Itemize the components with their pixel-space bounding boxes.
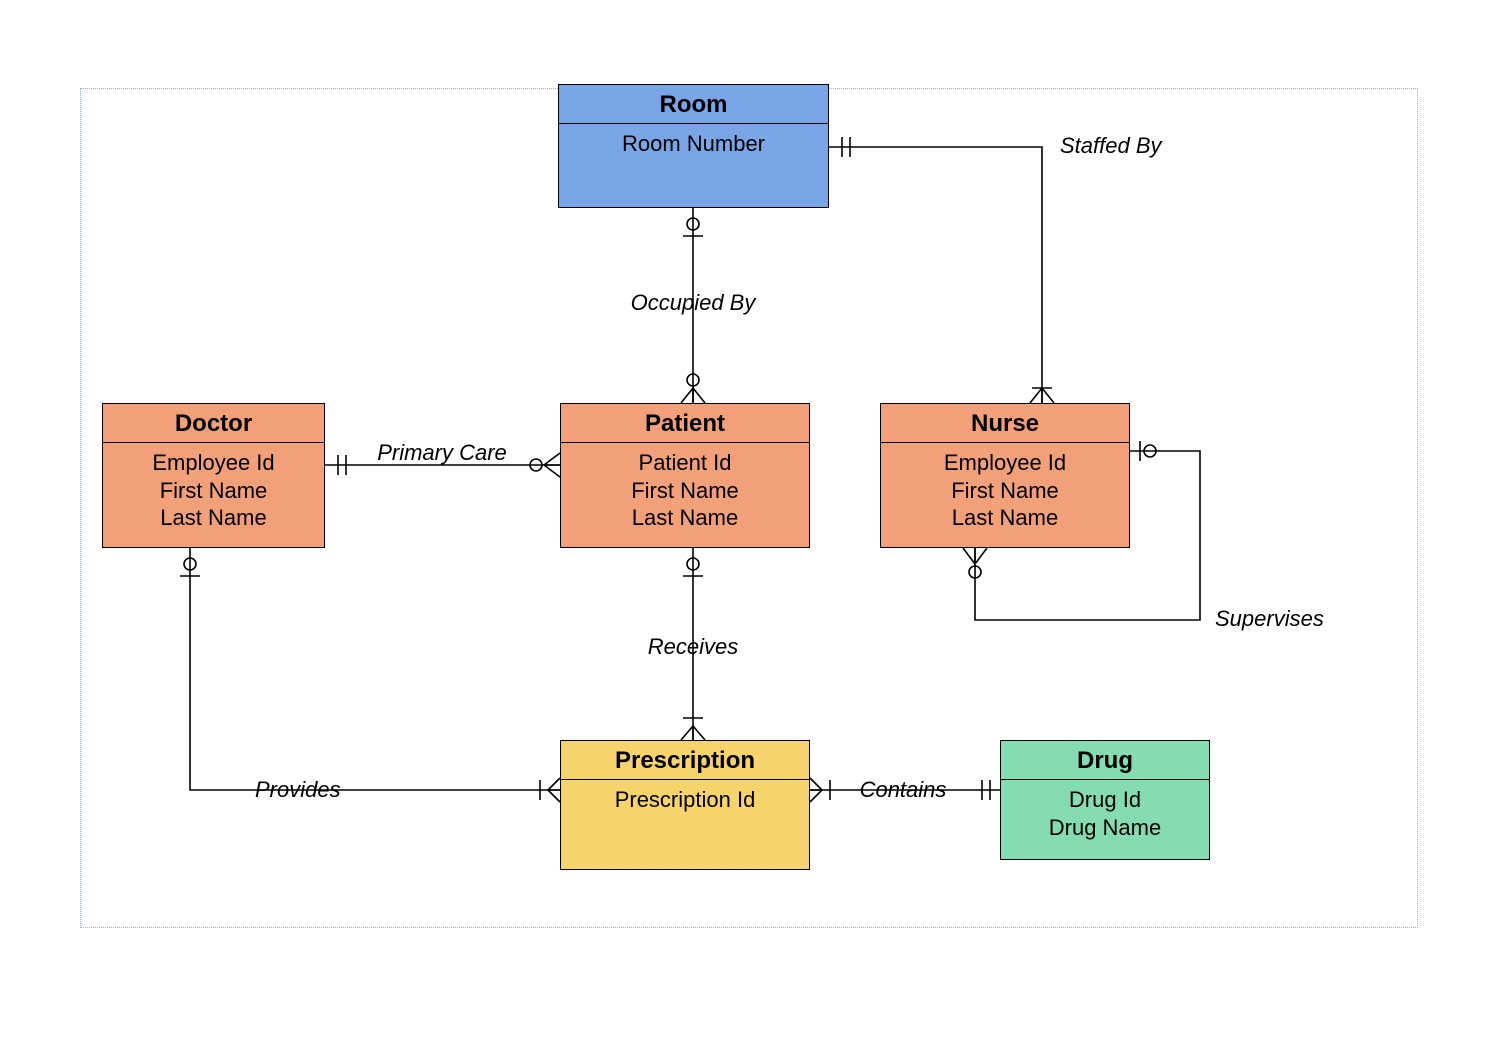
attr: Last Name — [107, 504, 320, 532]
entity-prescription[interactable]: Prescription Prescription Id — [560, 740, 810, 870]
entity-room-attrs: Room Number — [559, 124, 828, 162]
attr: First Name — [107, 477, 320, 505]
attr: First Name — [885, 477, 1125, 505]
attr: Prescription Id — [565, 786, 805, 814]
entity-doctor[interactable]: Doctor Employee Id First Name Last Name — [102, 403, 325, 548]
entity-doctor-attrs: Employee Id First Name Last Name — [103, 443, 324, 536]
entity-doctor-title: Doctor — [103, 404, 324, 443]
attr: Room Number — [563, 130, 824, 158]
entity-drug[interactable]: Drug Drug Id Drug Name — [1000, 740, 1210, 860]
entity-nurse-attrs: Employee Id First Name Last Name — [881, 443, 1129, 536]
entity-patient-title: Patient — [561, 404, 809, 443]
attr: Drug Id — [1005, 786, 1205, 814]
attr: Patient Id — [565, 449, 805, 477]
attr: Employee Id — [885, 449, 1125, 477]
attr: First Name — [565, 477, 805, 505]
attr: Employee Id — [107, 449, 320, 477]
entity-drug-attrs: Drug Id Drug Name — [1001, 780, 1209, 845]
entity-room-title: Room — [559, 85, 828, 124]
entity-drug-title: Drug — [1001, 741, 1209, 780]
entity-nurse-title: Nurse — [881, 404, 1129, 443]
entity-prescription-title: Prescription — [561, 741, 809, 780]
entity-prescription-attrs: Prescription Id — [561, 780, 809, 818]
entity-patient-attrs: Patient Id First Name Last Name — [561, 443, 809, 536]
entity-nurse[interactable]: Nurse Employee Id First Name Last Name — [880, 403, 1130, 548]
entity-room[interactable]: Room Room Number — [558, 84, 829, 208]
entity-patient[interactable]: Patient Patient Id First Name Last Name — [560, 403, 810, 548]
attr: Drug Name — [1005, 814, 1205, 842]
attr: Last Name — [885, 504, 1125, 532]
attr: Last Name — [565, 504, 805, 532]
